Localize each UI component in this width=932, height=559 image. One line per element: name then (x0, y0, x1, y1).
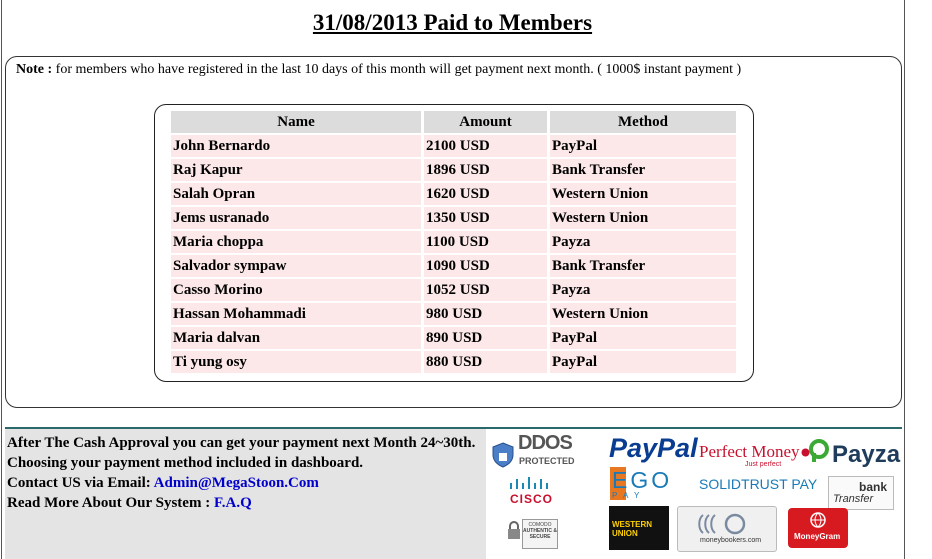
cell-method: Western Union (550, 205, 736, 229)
table-row: John Bernardo 2100 USD PayPal (171, 133, 736, 157)
note-label: Note : (16, 62, 53, 77)
table-row: Maria dalvan 890 USD PayPal (171, 325, 736, 349)
table-header-row: Name Amount Method (171, 111, 736, 133)
perfect-money-subtitle: Just perfect (745, 461, 782, 468)
cell-name: Maria choppa (171, 229, 424, 253)
ddos-subtitle: PROTECTED (519, 456, 575, 466)
cell-method: PayPal (550, 349, 736, 373)
cell-method: Payza (550, 229, 736, 253)
moneygram-globe-icon (810, 512, 826, 528)
cell-name: Hassan Mohammadi (171, 301, 424, 325)
moneybookers-text: moneybookers.com (700, 537, 762, 544)
cell-amount: 1620 USD (424, 181, 550, 205)
table-row: Jems usranado 1350 USD Western Union (171, 205, 736, 229)
cell-name: Casso Morino (171, 277, 424, 301)
cisco-bars-icon (510, 477, 548, 489)
cell-name: Salvador sympaw (171, 253, 424, 277)
cell-name: Jems usranado (171, 205, 424, 229)
table-row: Casso Morino 1052 USD Payza (171, 277, 736, 301)
ddos-title: DDOS (518, 432, 573, 454)
cell-method: Bank Transfer (550, 253, 736, 277)
bank-transfer-line2: Transfer (833, 493, 874, 505)
cell-method: PayPal (550, 325, 736, 349)
cell-amount: 1896 USD (424, 157, 550, 181)
table-row: Salvador sympaw 1090 USD Bank Transfer (171, 253, 736, 277)
footer-method-text: Choosing your payment method included in… (7, 455, 364, 471)
western-union-text: WESTERN UNION (612, 520, 652, 538)
cell-method: PayPal (550, 133, 736, 157)
egopay-title: EGO (612, 467, 673, 493)
table-row: Raj Kapur 1896 USD Bank Transfer (171, 157, 736, 181)
moneygram-logo: MoneyGram (788, 508, 848, 548)
faq-link[interactable]: F.A.Q (214, 495, 252, 511)
egopay-logo: EGO P A Y (610, 467, 680, 501)
cell-amount: 890 USD (424, 325, 550, 349)
cell-method: Western Union (550, 181, 736, 205)
contact-label: Contact US via Email: (7, 475, 154, 491)
page-border-right (904, 0, 905, 559)
cell-amount: 1052 USD (424, 277, 550, 301)
cell-name: Ti yung osy (171, 349, 424, 373)
column-header-name: Name (171, 111, 424, 133)
moneygram-text: MoneyGram (794, 532, 841, 541)
cisco-logo: CISCO (504, 477, 564, 509)
cell-name: Raj Kapur (171, 157, 424, 181)
moneybookers-mark-icon (698, 513, 746, 535)
cell-amount: 980 USD (424, 301, 550, 325)
lock-icon (508, 521, 520, 539)
cell-name: Salah Opran (171, 181, 424, 205)
cell-name: John Bernardo (171, 133, 424, 157)
solidtrust-pay-logo: SOLIDTRUST PAY (699, 476, 818, 492)
members-table: Name Amount Method John Bernardo 2100 USD… (171, 111, 736, 373)
cell-amount: 880 USD (424, 349, 550, 373)
footer-approval-text: After The Cash Approval you can get your… (7, 435, 476, 451)
paypal-logo: PayPal (609, 433, 698, 463)
payza-text: Payza (832, 441, 901, 468)
perfect-money-logo: Perfect Money Just perfect (699, 442, 810, 472)
cell-name: Maria dalvan (171, 325, 424, 349)
comodo-subtitle: AUTHENTIC & SECURE (523, 528, 557, 540)
page-title: 31/08/2013 Paid to Members (312, 10, 593, 35)
payza-logo: Payza (808, 439, 900, 473)
cell-amount: 1350 USD (424, 205, 550, 229)
payza-mark-icon (809, 439, 829, 462)
footer-contact: Contact US via Email: Admin@MegaStoon.Co… (7, 473, 477, 493)
footer-readmore: Read More About Our System : F.A.Q (7, 493, 477, 513)
table-row: Ti yung osy 880 USD PayPal (171, 349, 736, 373)
comodo-secure-logo: COMODO AUTHENTIC & SECURE (506, 515, 566, 555)
shield-icon (492, 442, 514, 468)
note-text: Note : for members who have registered i… (16, 61, 741, 79)
table-row: Hassan Mohammadi 980 USD Western Union (171, 301, 736, 325)
readmore-label: Read More About Our System : (7, 495, 214, 511)
note-body: for members who have registered in the l… (52, 62, 742, 77)
cell-amount: 1090 USD (424, 253, 550, 277)
moneybookers-logo: moneybookers.com (677, 506, 777, 552)
cell-method: Bank Transfer (550, 157, 736, 181)
table-row: Maria choppa 1100 USD Payza (171, 229, 736, 253)
bank-transfer-logo: bank Transfer (828, 476, 894, 510)
footer-info: After The Cash Approval you can get your… (7, 433, 477, 513)
cell-amount: 1100 USD (424, 229, 550, 253)
contact-email-link[interactable]: Admin@MegaStoon.Com (154, 475, 319, 491)
cisco-text: CISCO (510, 492, 554, 506)
egopay-subtitle: P A Y (612, 491, 642, 500)
table-row: Salah Opran 1620 USD Western Union (171, 181, 736, 205)
comodo-badge: COMODO AUTHENTIC & SECURE (522, 519, 558, 549)
cell-method: Western Union (550, 301, 736, 325)
payment-logos-panel: DDOS PROTECTED CISCO COMODO AUTHENTIC & … (486, 429, 902, 559)
bank-transfer-line1: bank (858, 480, 887, 494)
column-header-amount: Amount (424, 111, 550, 133)
cell-method: Payza (550, 277, 736, 301)
page-border-left (1, 0, 2, 559)
column-header-method: Method (550, 111, 736, 133)
western-union-logo: WESTERN UNION (609, 506, 669, 550)
cell-amount: 2100 USD (424, 133, 550, 157)
perfect-money-title: Perfect Money (699, 442, 800, 461)
ddos-protected-logo: DDOS PROTECTED (492, 432, 582, 472)
